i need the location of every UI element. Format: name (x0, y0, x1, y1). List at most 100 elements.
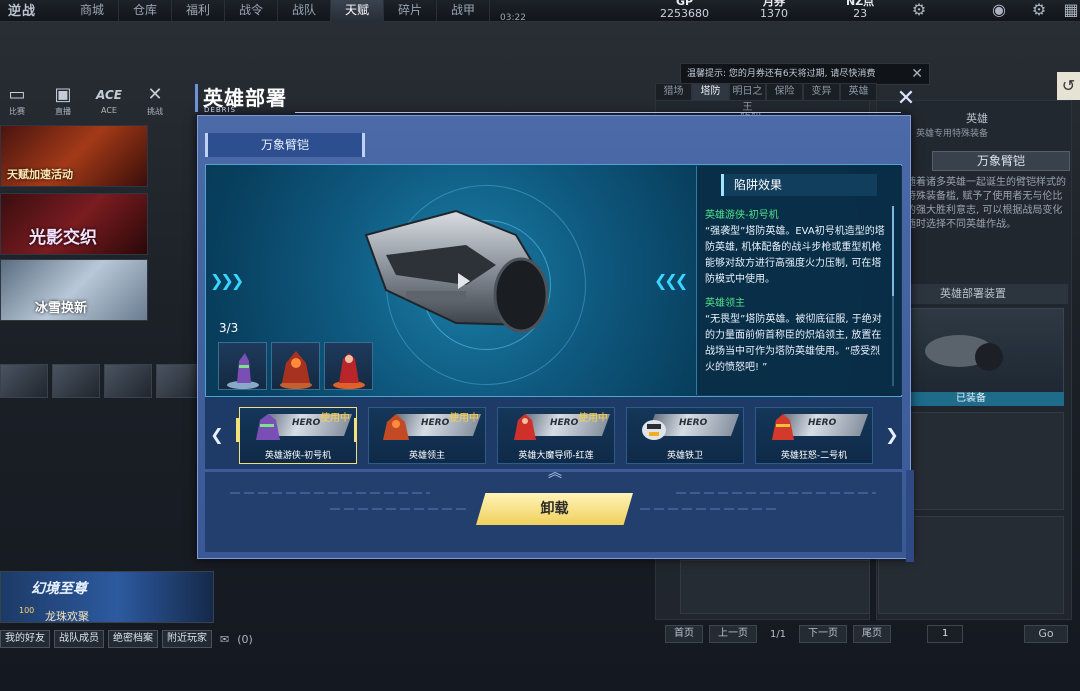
selection-marker (354, 418, 357, 442)
event-banner-1[interactable]: 天赋加速活动 (0, 125, 148, 187)
prev-page-button[interactable]: 上一页 (709, 625, 757, 643)
screen-icon: ▭ (8, 84, 26, 105)
tab-armor[interactable]: 万象臂铠 (205, 133, 365, 157)
hero-card-red-lotus[interactable]: HERO 使用中 英雄大魔导师-红莲 (497, 407, 615, 464)
clan-members-button[interactable]: 战队成员 (54, 630, 104, 648)
event-banner-2[interactable]: 光影交织 (0, 193, 148, 255)
crossed-swords-icon: ✕ (147, 84, 163, 105)
effect-scrollbar[interactable] (892, 206, 894, 296)
divider (676, 492, 876, 494)
game-logo: 逆战 (8, 4, 37, 19)
quick-icon-live[interactable]: ▣ 直播 (46, 84, 80, 117)
settings-small-icon[interactable]: ⚙ (910, 1, 928, 19)
quick-icon-label: 挑战 (147, 107, 163, 116)
red-lotus-mage-icon (514, 414, 536, 440)
mail-icon[interactable]: ✉ (220, 633, 229, 646)
item-name-button[interactable]: 万象臂铠 (932, 151, 1070, 171)
quick-icon-challenge[interactable]: ✕ 挑战 (138, 84, 172, 117)
nav-tab-welfare[interactable]: 福利 (172, 0, 225, 22)
nearby-players-button[interactable]: 附近玩家 (162, 630, 212, 648)
pager: 首页 上一页 1/1 下一页 尾页 1 (665, 625, 963, 643)
camera-icon[interactable]: ◉ (990, 1, 1008, 19)
next-page-button[interactable]: 下一页 (799, 625, 847, 643)
currency-gp-value: 2253680 (660, 7, 709, 20)
flame-lord-icon (280, 351, 312, 389)
banner-text: 光影交织 (29, 228, 97, 248)
effect-hero-name: 英雄游侠-初号机 (705, 210, 779, 221)
page-input[interactable]: 1 (927, 625, 963, 643)
banner-text: 冰雪换新 (35, 301, 88, 316)
chevrons-left-icon: ❮❮❮ (654, 271, 688, 290)
eva-unit-01-icon (227, 353, 259, 389)
tv-icon: ▣ (54, 84, 72, 105)
quick-icon-match[interactable]: ▭ 比赛 (0, 84, 34, 117)
avatar[interactable] (104, 364, 152, 398)
nav-tab-armor[interactable]: 战甲 (437, 0, 490, 22)
go-button[interactable]: Go (1024, 625, 1068, 643)
hero-thumbnail[interactable] (271, 342, 320, 390)
notice-bar: 温馨提示: 您的月券还有6天将过期, 请尽快消费 ✕ (680, 63, 930, 85)
carousel-prev-icon[interactable]: ❮ (210, 425, 224, 445)
effect-hero-name: 英雄领主 (705, 298, 745, 309)
nav-tab-mall[interactable]: 商城 (66, 0, 119, 22)
eva-unit-02-icon (772, 414, 794, 440)
grid-icon[interactable]: ▦ (1062, 1, 1080, 19)
quick-icon-label: 直播 (55, 107, 71, 116)
social-bar: 我的好友 战队成员 绝密档案 附近玩家 ✉ (0) (0, 630, 253, 648)
gear-icon[interactable]: ⚙ (1030, 1, 1048, 19)
empty-slot[interactable] (680, 560, 870, 614)
first-page-button[interactable]: 首页 (665, 625, 703, 643)
nav-tab-battlepass[interactable]: 战令 (225, 0, 278, 22)
hero-badge: HERO (808, 418, 837, 428)
divider (330, 508, 470, 510)
effect-text: 英雄游侠-初号机 “强袭型”塔防英雄。EVA初号机造型的塔防英雄, 机体配备的战… (705, 208, 889, 388)
nav-tab-fragments[interactable]: 碎片 (384, 0, 437, 22)
friends-button[interactable]: 我的好友 (0, 630, 50, 648)
flame-lord-icon (383, 414, 409, 440)
nav-tab-warehouse[interactable]: 仓库 (119, 0, 172, 22)
hero-badge: HERO (550, 418, 579, 428)
avatar[interactable] (52, 364, 100, 398)
hero-card-lord[interactable]: HERO 使用中 英雄领主 (368, 407, 486, 464)
carousel-next-icon[interactable]: ❯ (885, 425, 899, 445)
nav-tab-talent[interactable]: 天赋 (331, 0, 384, 22)
hero-card-iron-guard[interactable]: HERO 英雄铁卫 (626, 407, 744, 464)
eva-unit-01-icon (256, 414, 280, 440)
hero-badge: HERO (421, 418, 450, 428)
quick-icon-label: 比赛 (9, 107, 25, 116)
effect-hero-desc: “无畏型”塔防英雄。被彻底征服, 于绝对的力量面前俯首称臣的炽焰领主, 放置在战… (705, 314, 882, 373)
top-bar: 逆战 商城 仓库 福利 战令 战队 天赋 碎片 战甲 03:22 GP 2253… (0, 0, 1080, 23)
main-nav: 商城 仓库 福利 战令 战队 天赋 碎片 战甲 (66, 0, 490, 22)
quick-icon-ace[interactable]: ACE ACE (92, 84, 126, 117)
title-accent (195, 84, 198, 112)
in-use-badge: 使用中 (449, 413, 479, 424)
back-icon[interactable]: ↺ (1057, 72, 1080, 100)
close-icon[interactable]: ✕ (895, 88, 917, 110)
quick-icon-label: ACE (101, 106, 117, 115)
promo-subtitle: 龙珠欢聚 (45, 610, 89, 623)
hero-card-eva-02[interactable]: HERO 英雄狂怒-二号机 (755, 407, 873, 464)
divider (640, 508, 780, 510)
hero-thumbnail[interactable] (324, 342, 373, 390)
nav-tab-clan[interactable]: 战队 (278, 0, 331, 22)
hero-thumbnail[interactable] (218, 342, 267, 390)
divider (230, 492, 430, 494)
effect-header: 陷阱效果 (721, 174, 877, 196)
avatar[interactable] (0, 364, 48, 398)
hero-card-eva-01[interactable]: HERO 使用中 英雄游侠-初号机 (239, 407, 357, 464)
event-banner-3[interactable]: 冰雪换新 (0, 259, 148, 321)
hero-card-name: 英雄狂怒-二号机 (780, 451, 848, 461)
promo-banner[interactable]: 幻境至尊 100 龙珠欢聚 (0, 571, 214, 623)
last-page-button[interactable]: 尾页 (853, 625, 891, 643)
hero-card-name: 英雄领主 (408, 451, 445, 461)
unload-button[interactable]: 卸载 (476, 493, 633, 525)
hero-count: 3/3 (219, 321, 239, 335)
notice-close-icon[interactable]: ✕ (911, 64, 923, 84)
hero-column-subheader: 英雄专用特殊装备 (916, 129, 989, 139)
currency-nz-value: 23 (853, 7, 868, 20)
currency-nz: NZ点 23 (846, 0, 874, 20)
currency-voucher-value: 1370 (760, 7, 788, 20)
chevron-up-icon[interactable]: ︽ (545, 466, 565, 480)
secret-archive-button[interactable]: 绝密档案 (108, 630, 158, 648)
promo-level: 100 (19, 606, 35, 615)
